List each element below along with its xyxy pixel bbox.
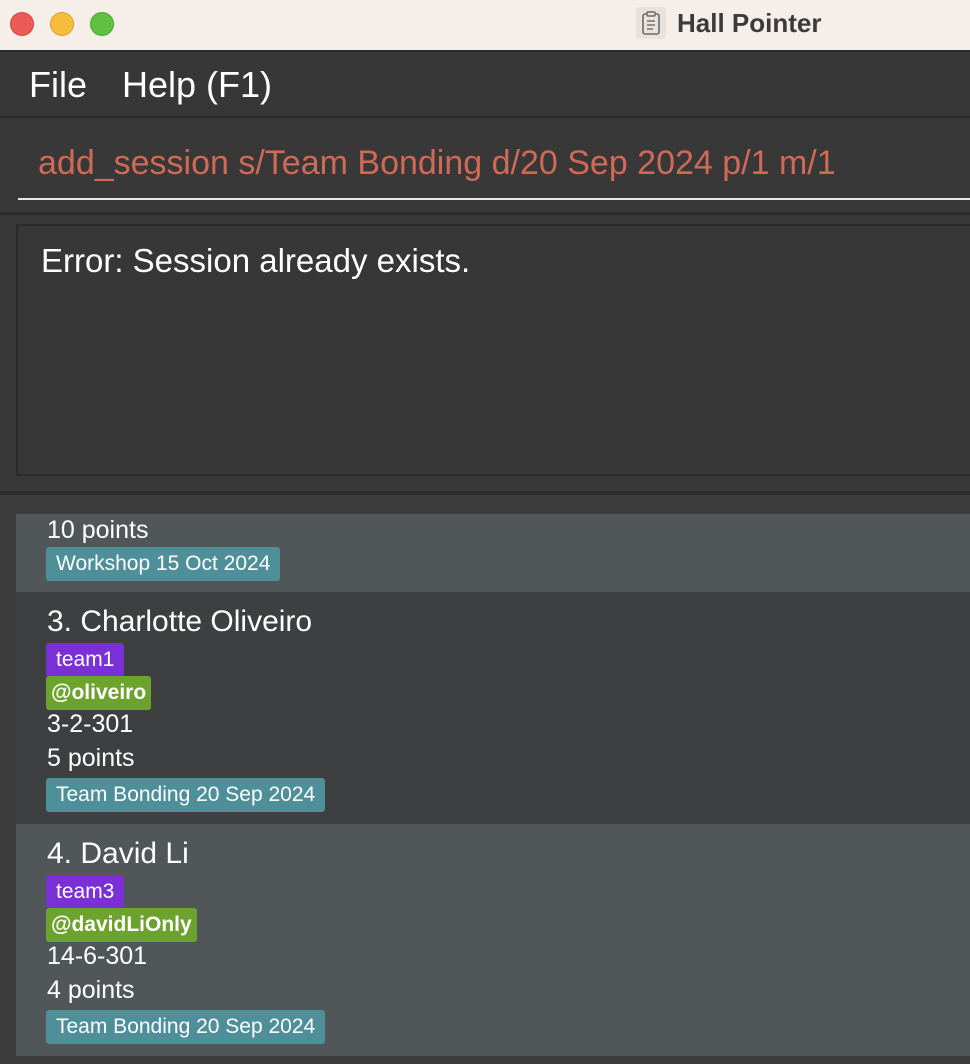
session-tag: Workshop 15 Oct 2024: [46, 547, 281, 581]
member-card[interactable]: 4. David Li team3 @davidLiOnly 14-6-301 …: [16, 824, 970, 1056]
maximize-window-button[interactable]: [90, 12, 114, 36]
team-tag: team1: [46, 643, 125, 677]
window-title: Hall Pointer: [677, 8, 822, 38]
member-points: 10 points: [47, 516, 149, 544]
member-points: 5 points: [47, 744, 135, 772]
member-name: 3. Charlotte Oliveiro: [47, 605, 313, 638]
window-titlebar: Hall Pointer: [0, 0, 970, 52]
member-points: 4 points: [47, 976, 135, 1004]
member-card[interactable]: 3. Charlotte Oliveiro team1 @oliveiro 3-…: [16, 592, 970, 824]
member-name: 4. David Li: [47, 837, 189, 870]
telegram-tag: @oliveiro: [46, 676, 152, 710]
member-room: 14-6-301: [47, 942, 148, 970]
command-input[interactable]: add_session s/Team Bonding d/20 Sep 2024…: [38, 144, 836, 183]
telegram-tag: @davidLiOnly: [46, 908, 197, 942]
menu-file[interactable]: File: [29, 64, 87, 106]
session-tag: Team Bonding 20 Sep 2024: [46, 1010, 326, 1044]
session-tag: Team Bonding 20 Sep 2024: [46, 778, 326, 812]
member-card[interactable]: 10 points Workshop 15 Oct 2024: [16, 514, 970, 592]
menu-bar: File Help (F1): [0, 52, 970, 118]
result-panel: Error: Session already exists.: [0, 215, 970, 495]
close-window-button[interactable]: [10, 12, 34, 36]
clipboard-icon: [636, 7, 666, 39]
member-room: 3-2-301: [47, 710, 134, 738]
member-list[interactable]: 10 points Workshop 15 Oct 2024 3. Charlo…: [0, 495, 970, 1064]
team-tag: team3: [46, 875, 125, 909]
result-display[interactable]: Error: Session already exists.: [16, 224, 970, 476]
menu-help[interactable]: Help (F1): [122, 64, 272, 106]
result-message: Error: Session already exists.: [41, 242, 471, 279]
command-box[interactable]: add_session s/Team Bonding d/20 Sep 2024…: [0, 118, 970, 215]
command-input-underline: [18, 198, 970, 200]
minimize-window-button[interactable]: [50, 12, 74, 36]
